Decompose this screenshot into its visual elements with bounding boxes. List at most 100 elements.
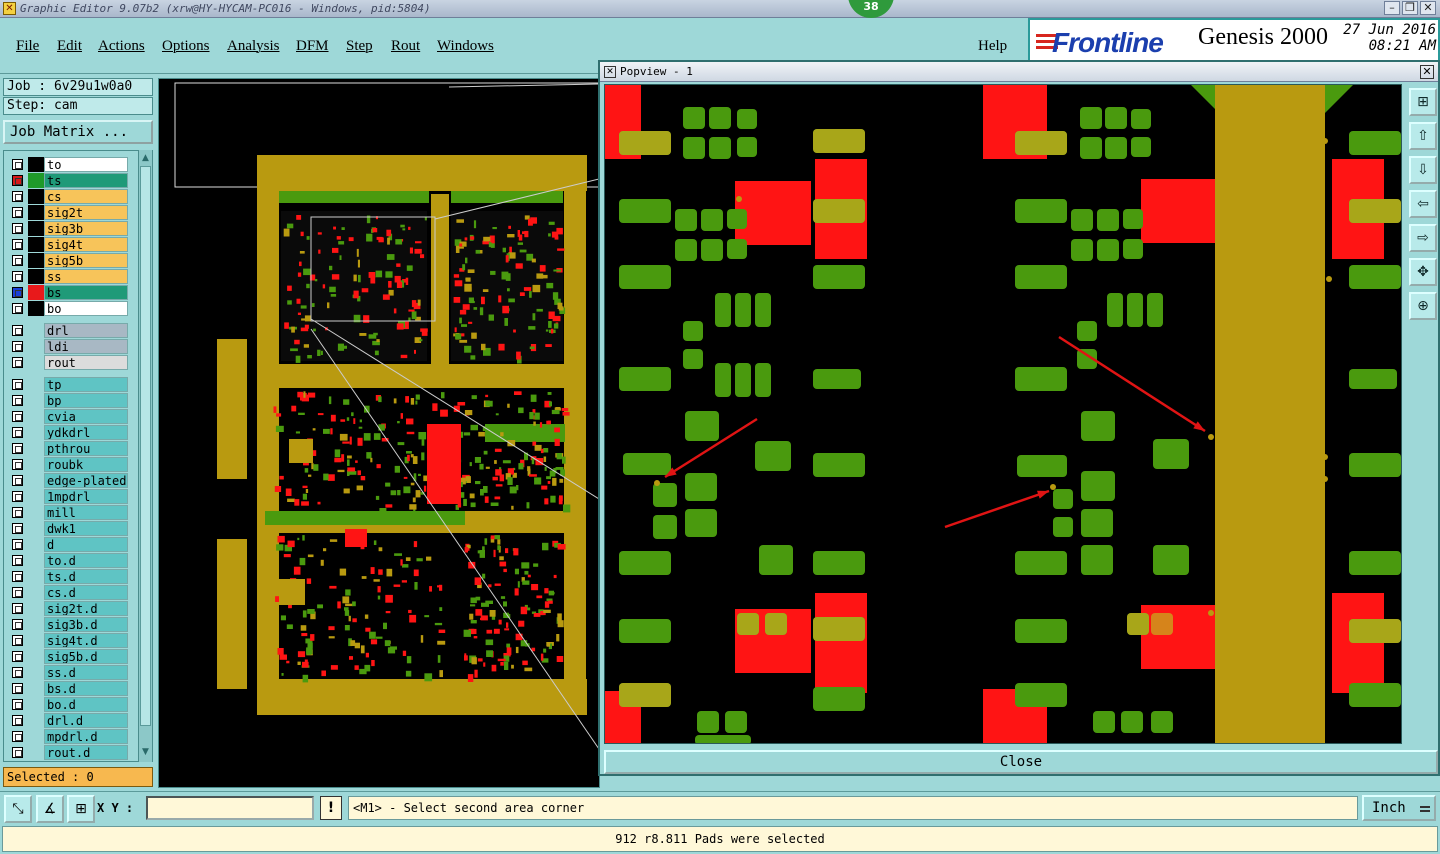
layer-color-swatch[interactable]: [28, 729, 44, 744]
popview-canvas[interactable]: [604, 84, 1402, 745]
notification-badge[interactable]: 38: [848, 0, 894, 18]
layer-name[interactable]: bs.d: [44, 681, 128, 696]
layer-name[interactable]: pthrou: [44, 441, 128, 456]
layer-name[interactable]: cs.d: [44, 585, 128, 600]
window-close-button[interactable]: ✕: [1420, 1, 1436, 15]
layer-color-swatch[interactable]: [28, 409, 44, 424]
layer-checkbox[interactable]: [12, 159, 23, 170]
layer-color-swatch[interactable]: [28, 569, 44, 584]
layer-checkbox[interactable]: [12, 411, 23, 422]
layer-name[interactable]: 1mpdrl: [44, 489, 128, 504]
layer-row-drl[interactable]: drl: [7, 323, 128, 338]
zoom-fit-icon[interactable]: ✥: [1409, 258, 1437, 286]
menu-step[interactable]: Step: [346, 37, 373, 55]
layer-row-roubk[interactable]: roubk: [7, 457, 128, 472]
layer-name[interactable]: edge-plated: [44, 473, 128, 488]
measure-icon[interactable]: ∡: [36, 795, 64, 823]
layer-name[interactable]: bo: [44, 301, 128, 316]
layer-row-d[interactable]: d: [7, 537, 128, 552]
layer-name[interactable]: mpdrl.d: [44, 729, 128, 744]
layer-color-swatch[interactable]: [28, 633, 44, 648]
layer-row-bs[interactable]: bs: [7, 285, 128, 300]
layer-row-rout[interactable]: rout: [7, 355, 128, 370]
menu-options[interactable]: Options: [162, 37, 210, 55]
layer-name[interactable]: sig4t: [44, 237, 128, 252]
layer-row-sig3b[interactable]: sig3b: [7, 221, 128, 236]
popview-close-icon[interactable]: ✕: [1420, 65, 1434, 79]
layer-color-swatch[interactable]: [28, 681, 44, 696]
layer-color-swatch[interactable]: [28, 473, 44, 488]
layer-checkbox[interactable]: [12, 619, 23, 630]
layer-name[interactable]: rout.d: [44, 745, 128, 760]
layer-name[interactable]: drl.d: [44, 713, 128, 728]
layer-name[interactable]: d: [44, 537, 128, 552]
layer-color-swatch[interactable]: [28, 505, 44, 520]
layer-row-tp[interactable]: tp: [7, 377, 128, 392]
layer-name[interactable]: cvia: [44, 409, 128, 424]
layer-color-swatch[interactable]: [28, 713, 44, 728]
layer-checkbox[interactable]: [12, 223, 23, 234]
layer-color-swatch[interactable]: [28, 301, 44, 316]
layer-checkbox[interactable]: [12, 523, 23, 534]
layer-color-swatch[interactable]: [28, 697, 44, 712]
layer-checkbox[interactable]: [12, 271, 23, 282]
layer-color-swatch[interactable]: [28, 745, 44, 760]
layer-name[interactable]: to: [44, 157, 128, 172]
layer-checkbox[interactable]: [12, 603, 23, 614]
layer-checkbox[interactable]: [12, 207, 23, 218]
layer-checkbox[interactable]: [12, 287, 23, 298]
layer-checkbox[interactable]: [12, 715, 23, 726]
layer-row-ts[interactable]: ts: [7, 173, 128, 188]
layer-checkbox[interactable]: [12, 357, 23, 368]
layer-name[interactable]: sig2t: [44, 205, 128, 220]
layer-name[interactable]: sig4t.d: [44, 633, 128, 648]
layer-checkbox[interactable]: [12, 427, 23, 438]
layer-checkbox[interactable]: [12, 555, 23, 566]
layer-name[interactable]: dwk1: [44, 521, 128, 536]
layer-color-swatch[interactable]: [28, 665, 44, 680]
layer-name[interactable]: bp: [44, 393, 128, 408]
zoom-in-icon[interactable]: ⊞: [1409, 88, 1437, 116]
layer-row-cs[interactable]: cs: [7, 189, 128, 204]
layer-row-dwk1[interactable]: dwk1: [7, 521, 128, 536]
xy-input[interactable]: [146, 796, 314, 820]
menu-rout[interactable]: Rout: [391, 37, 420, 55]
layer-checkbox[interactable]: [12, 651, 23, 662]
layer-name[interactable]: sig3b: [44, 221, 128, 236]
layer-row-sig3b.d[interactable]: sig3b.d: [7, 617, 128, 632]
popview-zoom-view[interactable]: [605, 85, 1401, 745]
layer-row-sig4t.d[interactable]: sig4t.d: [7, 633, 128, 648]
layer-row-ss.d[interactable]: ss.d: [7, 665, 128, 680]
layer-checkbox[interactable]: [12, 731, 23, 742]
layer-row-ss[interactable]: ss: [7, 269, 128, 284]
layer-checkbox[interactable]: [12, 571, 23, 582]
scroll-up-icon[interactable]: ▲: [140, 152, 151, 164]
menu-analysis[interactable]: Analysis: [227, 37, 280, 55]
layer-row-bo[interactable]: bo: [7, 301, 128, 316]
layer-row-1mpdrl[interactable]: 1mpdrl: [7, 489, 128, 504]
layer-row-ydkdrl[interactable]: ydkdrl: [7, 425, 128, 440]
layer-color-swatch[interactable]: [28, 189, 44, 204]
layer-name[interactable]: to.d: [44, 553, 128, 568]
layer-color-swatch[interactable]: [28, 205, 44, 220]
layer-color-swatch[interactable]: [28, 323, 44, 338]
layer-row-sig2t.d[interactable]: sig2t.d: [7, 601, 128, 616]
layer-checkbox[interactable]: [12, 239, 23, 250]
layer-name[interactable]: sig2t.d: [44, 601, 128, 616]
pan-up-icon[interactable]: ⇧: [1409, 122, 1437, 150]
pcb-board-view[interactable]: [159, 79, 606, 787]
menu-help[interactable]: Help: [978, 37, 1007, 55]
minimize-button[interactable]: –: [1384, 1, 1400, 15]
layer-checkbox[interactable]: [12, 475, 23, 486]
layer-color-swatch[interactable]: [28, 521, 44, 536]
layer-color-swatch[interactable]: [28, 457, 44, 472]
layer-checkbox[interactable]: [12, 747, 23, 758]
layer-checkbox[interactable]: [12, 443, 23, 454]
layer-checkbox[interactable]: [12, 395, 23, 406]
layer-row-drl.d[interactable]: drl.d: [7, 713, 128, 728]
layer-color-swatch[interactable]: [28, 173, 44, 188]
menu-windows[interactable]: Windows: [437, 37, 494, 55]
layer-name[interactable]: bs: [44, 285, 128, 300]
layer-row-ldi[interactable]: ldi: [7, 339, 128, 354]
layer-color-swatch[interactable]: [28, 269, 44, 284]
